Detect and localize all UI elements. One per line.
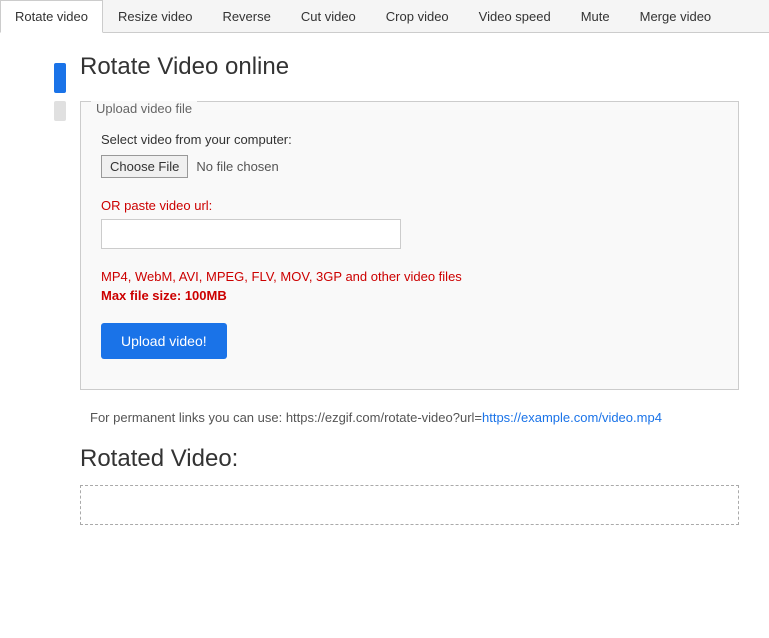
left-sidebar xyxy=(50,53,70,525)
page-title: Rotate Video online xyxy=(80,53,739,81)
tab-reverse[interactable]: Reverse xyxy=(207,0,285,32)
tab-cut-video[interactable]: Cut video xyxy=(286,0,371,32)
formats-text: MP4, WebM, AVI, MPEG, FLV, MOV, 3GP and … xyxy=(101,269,718,284)
main-content: Rotate Video online Upload video file Se… xyxy=(0,33,769,545)
tab-crop-video[interactable]: Crop video xyxy=(371,0,464,32)
permanent-link-prefix: For permanent links you can use: https:/… xyxy=(90,410,482,425)
select-label: Select video from your computer: xyxy=(101,132,718,147)
upload-box-label: Upload video file xyxy=(91,101,197,116)
upload-video-button[interactable]: Upload video! xyxy=(101,323,227,359)
file-input-row: Choose File No file chosen xyxy=(101,155,718,178)
choose-file-button[interactable]: Choose File xyxy=(101,155,188,178)
url-input[interactable] xyxy=(101,219,401,249)
max-size-text: Max file size: 100MB xyxy=(101,288,718,303)
no-file-text: No file chosen xyxy=(196,159,278,174)
tab-merge-video[interactable]: Merge video xyxy=(625,0,727,32)
rotated-video-box xyxy=(80,485,739,525)
tab-mute[interactable]: Mute xyxy=(566,0,625,32)
content-area: Rotate Video online Upload video file Se… xyxy=(80,53,739,525)
tab-video-speed[interactable]: Video speed xyxy=(464,0,566,32)
blue-accent xyxy=(54,63,66,93)
upload-box: Upload video file Select video from your… xyxy=(80,101,739,390)
rotated-video-title: Rotated Video: xyxy=(80,445,739,473)
permanent-link-section: For permanent links you can use: https:/… xyxy=(80,410,739,425)
gray-accent xyxy=(54,101,66,121)
permanent-link-url[interactable]: https://example.com/video.mp4 xyxy=(482,410,662,425)
tab-rotate-video[interactable]: Rotate video xyxy=(0,0,103,33)
tab-bar: Rotate videoResize videoReverseCut video… xyxy=(0,0,769,33)
or-paste-label: OR paste video url: xyxy=(101,198,718,213)
tab-resize-video[interactable]: Resize video xyxy=(103,0,207,32)
